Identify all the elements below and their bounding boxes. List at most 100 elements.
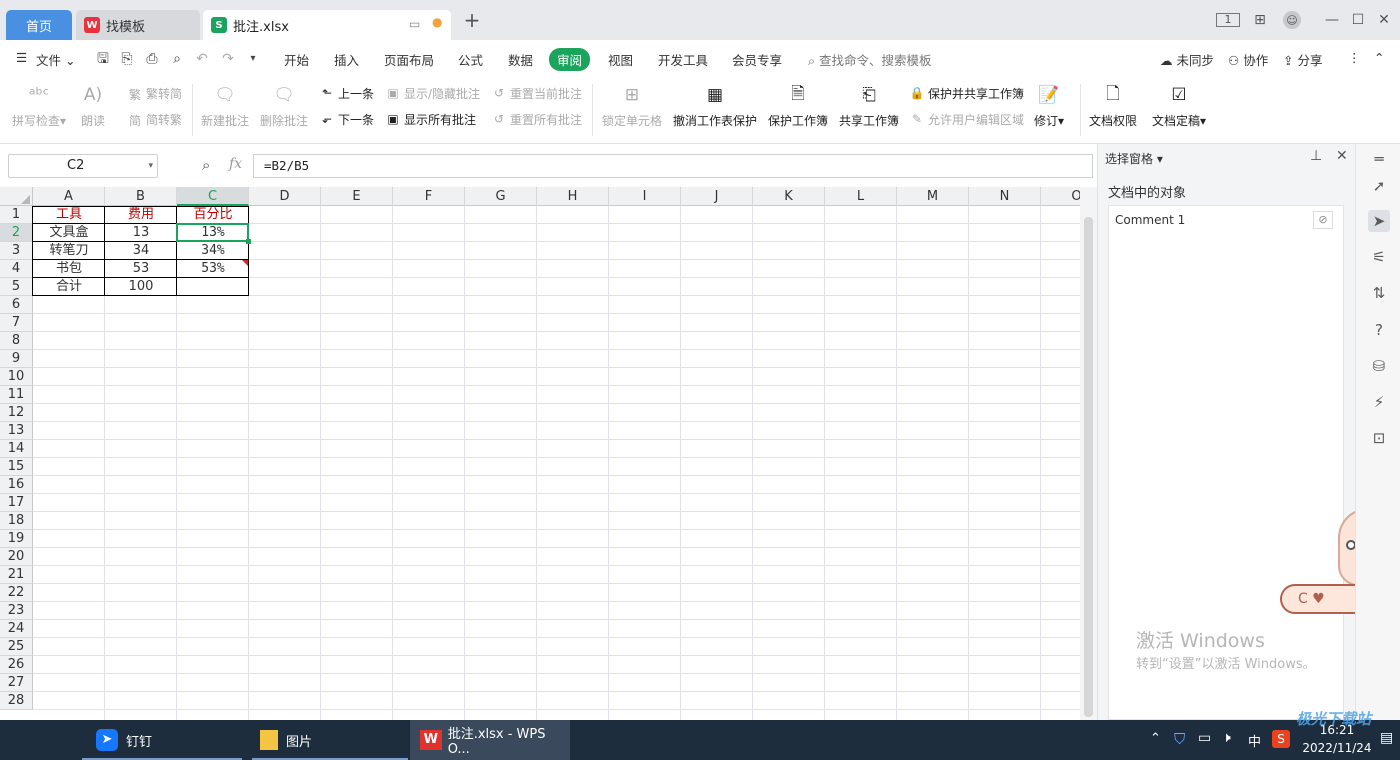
row-header-21[interactable]: 21 <box>0 566 33 584</box>
menu-formula[interactable]: 公式 <box>458 50 483 69</box>
row-header-10[interactable]: 10 <box>0 368 33 386</box>
menu-file[interactable]: 文件 ⌄ <box>36 50 75 69</box>
row-header-6[interactable]: 6 <box>0 296 33 314</box>
spark-icon[interactable]: ⚡ <box>1368 391 1390 413</box>
doc-final-button[interactable]: ☑ 文档定稿▾ <box>1152 82 1206 129</box>
command-search[interactable]: ⌕ 查找命令、搜索模板 <box>808 50 932 69</box>
row-header-20[interactable]: 20 <box>0 548 33 566</box>
store-icon[interactable]: ⛁ <box>1368 355 1390 377</box>
trad-to-simp-button[interactable]: 繁繁转简 <box>126 85 182 102</box>
row-header-9[interactable]: 9 <box>0 350 33 368</box>
tab-file[interactable]: S 批注.xlsx ▭ ● <box>203 10 451 40</box>
column-header-e[interactable]: E <box>321 187 393 206</box>
show-all-comments-button[interactable]: ▣ 显示所有批注 <box>384 111 476 128</box>
cell-b3[interactable]: 34 <box>105 242 177 260</box>
menu-data[interactable]: 数据 <box>508 50 533 69</box>
row-header-12[interactable]: 12 <box>0 404 33 422</box>
zoom-search-icon[interactable]: ⌕ <box>202 156 210 174</box>
cell-c4[interactable]: 53% <box>177 260 249 278</box>
column-header-l[interactable]: L <box>825 187 897 206</box>
row-header-1[interactable]: 1 <box>0 206 33 224</box>
cell-c1[interactable]: 百分比 <box>177 206 249 224</box>
read-aloud-button[interactable]: A) 朗读 <box>80 82 106 129</box>
row-header-27[interactable]: 27 <box>0 674 33 692</box>
row-header-7[interactable]: 7 <box>0 314 33 332</box>
taskbar-dingtalk[interactable]: ➤ 钉钉 <box>96 720 152 760</box>
row-header-2[interactable]: 2 <box>0 224 33 242</box>
row-header-18[interactable]: 18 <box>0 512 33 530</box>
share-button[interactable]: ⇪ 分享 <box>1283 50 1322 69</box>
taskbar-pictures[interactable]: 图片 <box>260 720 312 760</box>
menu-review[interactable]: 审阅 <box>549 48 591 71</box>
cell-b1[interactable]: 费用 <box>105 206 177 224</box>
row-header-15[interactable]: 15 <box>0 458 33 476</box>
fill-handle[interactable] <box>246 239 251 244</box>
taskbar-wps[interactable]: W 批注.xlsx - WPS O... <box>410 720 570 760</box>
print-icon[interactable]: ⎙ <box>143 50 161 68</box>
column-header-m[interactable]: M <box>897 187 969 206</box>
avatar[interactable]: ☺ <box>1283 11 1301 29</box>
undo-icon[interactable]: ↶ <box>193 50 211 68</box>
more-icon[interactable]: ⋮ <box>1348 50 1361 65</box>
column-header-h[interactable]: H <box>537 187 609 206</box>
volume-mute-icon[interactable]: 🕨 <box>1222 730 1231 746</box>
row-header-4[interactable]: 4 <box>0 260 33 278</box>
notifications-icon[interactable]: ▤ <box>1380 730 1393 746</box>
tab-home[interactable]: 首页 <box>6 10 72 40</box>
row-header-16[interactable]: 16 <box>0 476 33 494</box>
collapse-ribbon-icon[interactable]: ⌃ <box>1374 50 1384 65</box>
row-header-28[interactable]: 28 <box>0 692 33 710</box>
row-header-25[interactable]: 25 <box>0 638 33 656</box>
security-shield-icon[interactable]: ⛉ <box>1174 730 1185 748</box>
scroll-thumb[interactable] <box>1084 217 1093 717</box>
menu-insert[interactable]: 插入 <box>334 50 359 69</box>
cell-b2[interactable]: 13 <box>105 224 177 242</box>
reset-all-comments-button[interactable]: ↺ 重置所有批注 <box>490 111 582 128</box>
prev-comment-button[interactable]: ⬑ 上一条 <box>318 85 374 102</box>
menu-member[interactable]: 会员专享 <box>732 50 782 69</box>
pin-icon[interactable]: ⊥ <box>1310 148 1322 164</box>
allow-edit-ranges-button[interactable]: ✎ 允许用户编辑区域 <box>908 111 1024 128</box>
column-header-n[interactable]: N <box>969 187 1041 206</box>
menu-start[interactable]: 开始 <box>284 50 309 69</box>
reader-icon[interactable]: ⊡ <box>1368 427 1390 449</box>
close-icon[interactable]: ✕ <box>1374 10 1394 30</box>
column-header-i[interactable]: I <box>609 187 681 206</box>
redo-icon[interactable]: ↷ <box>219 50 237 68</box>
new-tab-plus-icon[interactable]: + <box>462 10 482 30</box>
menu-page-layout[interactable]: 页面布局 <box>384 50 434 69</box>
tray-chevron-icon[interactable]: ⌃ <box>1150 731 1161 746</box>
screen-icon[interactable]: ▭ <box>409 17 420 31</box>
protect-and-share-button[interactable]: 🔒 保护并共享工作簿 <box>908 85 1025 102</box>
cell-a2[interactable]: 文具盒 <box>33 224 105 242</box>
row-header-26[interactable]: 26 <box>0 656 33 674</box>
column-header-a[interactable]: A <box>33 187 105 206</box>
row-header-24[interactable]: 24 <box>0 620 33 638</box>
quick-access-dropdown-icon[interactable]: ▾ <box>244 50 262 68</box>
column-header-c[interactable]: C <box>177 187 249 206</box>
sogou-ime-icon[interactable]: S <box>1272 730 1290 748</box>
lock-cell-button[interactable]: ⊞ 锁定单元格 <box>602 82 662 129</box>
row-header-23[interactable]: 23 <box>0 602 33 620</box>
apps-grid-icon[interactable]: ⊞ <box>1250 10 1270 30</box>
cell-b4[interactable]: 53 <box>105 260 177 278</box>
doc-permission-button[interactable]: 🗋 文档权限 <box>1089 82 1137 129</box>
column-header-k[interactable]: K <box>753 187 825 206</box>
protect-workbook-button[interactable]: 🗎 保护工作簿 <box>768 82 828 129</box>
revise-button[interactable]: 📝 修订▾ <box>1034 82 1064 129</box>
menu-developer[interactable]: 开发工具 <box>658 50 708 69</box>
simp-to-trad-button[interactable]: 简简转繁 <box>126 111 182 128</box>
minimize-icon[interactable]: — <box>1322 10 1342 30</box>
hamburger-icon[interactable]: ☰ <box>16 50 27 65</box>
select-cursor-icon[interactable]: ➤ <box>1368 210 1390 232</box>
show-hide-comment-button[interactable]: ▣ 显示/隐藏批注 <box>384 85 480 102</box>
transform-icon[interactable]: ⇅ <box>1368 282 1390 304</box>
name-box[interactable]: C2 ▾ <box>8 154 158 178</box>
reset-current-comment-button[interactable]: ↺ 重置当前批注 <box>490 85 582 102</box>
row-header-3[interactable]: 3 <box>0 242 33 260</box>
print-preview-icon[interactable]: ⌕ <box>168 50 186 68</box>
export-icon[interactable]: ⎘ <box>118 50 136 68</box>
selection-pane-title[interactable]: 选择窗格 ▾ <box>1105 150 1163 167</box>
select-all-corner[interactable] <box>0 187 33 206</box>
menu-view[interactable]: 视图 <box>608 50 633 69</box>
